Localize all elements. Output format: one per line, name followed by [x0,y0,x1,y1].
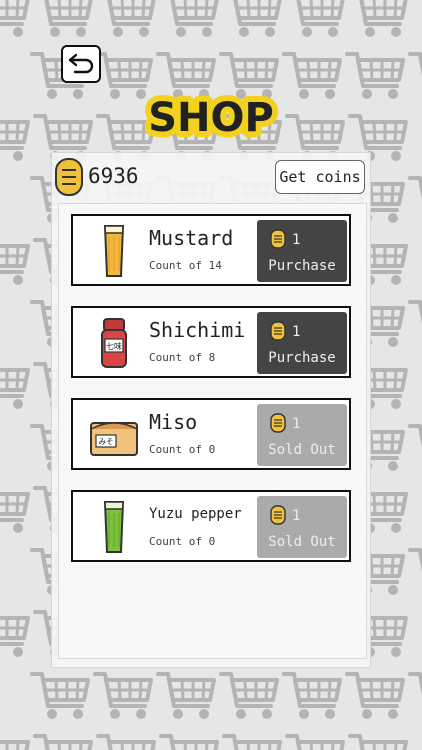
get-coins-button[interactable]: Get coins [275,160,365,194]
cart-pattern-icon [30,672,90,719]
cart-pattern-icon [345,672,405,719]
item-name: Yuzu pepper [149,506,242,522]
coin-icon [270,505,286,529]
cart-pattern-icon [233,0,282,37]
cart-pattern-icon [408,548,422,572]
item-name: Shichimi [149,318,246,342]
cart-pattern-icon [408,176,422,200]
purchase-button[interactable]: 1 Purchase [257,220,347,282]
cart-pattern-icon [0,492,30,533]
item-count: Count of 8 [149,351,216,364]
return-arrow-icon [68,53,94,74]
back-button[interactable] [61,45,101,83]
cart-pattern-icon [0,244,30,285]
cart-pattern-icon [359,0,408,37]
shop-title-text: SHOP [148,95,274,141]
coin-icon [270,321,286,345]
item-price: 1 [292,416,301,432]
cart-pattern-icon [44,0,93,37]
item-count: Count of 0 [149,443,216,456]
coin-icon [270,229,286,253]
cart-pattern-icon [0,616,30,657]
button-label: Sold Out [268,534,336,550]
item-count: Count of 0 [149,535,216,548]
cart-pattern-icon [285,734,345,750]
svg-text:七味: 七味 [106,341,122,351]
mustard-glass-icon [87,223,141,279]
shop-item: Yuzu pepper Count of 0 1 Sold Out [71,490,351,562]
item-price: 1 [292,232,301,248]
cart-pattern-icon [0,0,30,37]
shop-item: みそ Miso Count of 0 1 Sold Out [71,398,351,470]
shop-item: Mustard Count of 14 1 Purchase [71,214,351,286]
cart-pattern-icon [0,368,30,409]
cart-pattern-icon [96,734,156,750]
miso-container-icon: みそ [87,407,141,463]
cart-pattern-icon [219,672,279,719]
sold-out-button: 1 Sold Out [257,404,347,466]
coin-count: 6936 [88,164,139,188]
yuzu-pepper-glass-icon [87,499,141,555]
cart-pattern-icon [222,734,282,750]
cart-pattern-icon [107,0,156,37]
cart-pattern-icon [296,0,345,37]
item-name: Miso [149,410,198,434]
cart-pattern-icon [33,734,93,750]
cart-pattern-icon [408,300,422,324]
item-price: 1 [292,324,301,340]
cart-pattern-icon [93,672,153,719]
cart-pattern-icon [156,672,216,719]
cart-pattern-icon [170,0,219,37]
svg-text:みそ: みそ [99,437,114,446]
button-label: Sold Out [268,442,336,458]
shop-item: 七味 Shichimi Count of 8 1 Purchase [71,306,351,378]
cart-pattern-icon [282,672,342,719]
cart-pattern-icon [348,734,408,750]
cart-pattern-icon [408,672,422,696]
purchase-button[interactable]: 1 Purchase [257,312,347,374]
sold-out-button: 1 Sold Out [257,496,347,558]
item-count: Count of 14 [149,259,222,272]
coin-balance-bar: 6936 Get coins [51,152,371,202]
shichimi-bottle-icon: 七味 [87,315,141,371]
cart-pattern-icon [0,740,30,750]
shop-title: SHOP SHOP [0,86,422,142]
coin-icon [270,413,286,437]
cart-pattern-icon [159,734,219,750]
item-price: 1 [292,508,301,524]
button-label: Purchase [268,350,336,366]
cart-pattern-icon [408,424,422,448]
coin-icon [55,158,83,196]
button-label: Purchase [268,258,336,274]
item-name: Mustard [149,226,234,250]
